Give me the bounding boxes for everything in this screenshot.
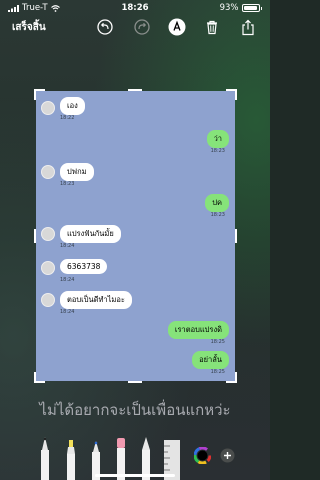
- crop-handle-top-left[interactable]: [34, 89, 45, 100]
- chat-bubble-sent: ว่า: [206, 130, 229, 148]
- trash-icon: [207, 20, 217, 35]
- chat-bubble-received: แปรงฟันกันมั้ย: [60, 225, 121, 243]
- message-time: 18:24: [60, 277, 75, 283]
- caption-text: ไม่ได้อยากจะเป็นเพื่อนแกหว่ะ: [39, 401, 231, 419]
- chat-bubble-sent: เราตอบแปรงดิ: [167, 321, 229, 339]
- home-indicator: [95, 474, 175, 477]
- share-button[interactable]: [239, 18, 257, 36]
- undo-button[interactable]: [96, 18, 114, 36]
- delete-button[interactable]: [203, 18, 221, 36]
- crop-handle-top[interactable]: [128, 89, 142, 91]
- message-time: 18:23: [60, 181, 75, 187]
- avatar: [41, 101, 55, 115]
- message-time: 18:23: [210, 212, 225, 218]
- drawing-tools-bar: [0, 430, 270, 480]
- crop-handle-bottom-left[interactable]: [34, 372, 45, 383]
- message-time: 18:25: [210, 339, 225, 345]
- color-picker-button[interactable]: [194, 447, 211, 464]
- done-button[interactable]: เสร็จสิ้น: [12, 20, 46, 35]
- crop-handle-top-right[interactable]: [226, 89, 237, 100]
- avatar: [41, 227, 55, 241]
- battery-percent: 93%: [219, 3, 239, 13]
- message-time: 18:22: [60, 115, 75, 121]
- highlighter-tool[interactable]: [64, 440, 78, 480]
- crop-area[interactable]: เอง 18:22 ว่า 18:23 ปฟกม 18:23 ปค 18:23 …: [34, 89, 237, 383]
- status-bar: True-T 18:26 93%: [0, 0, 270, 16]
- message-time: 18:24: [60, 243, 75, 249]
- avatar: [41, 261, 55, 275]
- avatar: [41, 293, 55, 307]
- avatar: [41, 165, 55, 179]
- crop-handle-left[interactable]: [34, 229, 36, 243]
- pen-tool[interactable]: [38, 436, 52, 480]
- chat-bubble-sent: อย่าลั้น: [192, 351, 229, 369]
- highlighter-icon: [67, 440, 75, 480]
- message-time: 18:23: [210, 148, 225, 154]
- crop-handle-bottom-right[interactable]: [226, 372, 237, 383]
- markup-icon: [168, 18, 186, 36]
- undo-icon: [97, 19, 113, 35]
- redo-icon: [134, 19, 150, 35]
- chat-bubble-received: 6363738: [60, 259, 108, 274]
- crop-handle-right[interactable]: [235, 229, 237, 243]
- redo-button[interactable]: [133, 18, 151, 36]
- chat-bubble-received: ตอบเป็นดีทำไมอะ: [60, 291, 132, 309]
- markup-pen-button[interactable]: [168, 18, 186, 36]
- message-time: 18:25: [210, 369, 225, 375]
- chat-bubble-sent: ปค: [205, 194, 229, 212]
- battery-icon: [241, 4, 260, 12]
- crop-handle-bottom[interactable]: [128, 381, 142, 383]
- message-time: 18:24: [60, 309, 75, 315]
- pen-icon: [41, 437, 49, 480]
- plus-icon: [220, 448, 235, 463]
- share-icon: [242, 19, 254, 35]
- color-wheel-icon: [194, 447, 211, 464]
- add-button[interactable]: [220, 448, 235, 463]
- markup-toolbar: เสร็จสิ้น: [0, 16, 270, 38]
- chat-bubble-received: ปฟกม: [60, 163, 94, 181]
- chat-bubble-received: เอง: [60, 97, 85, 115]
